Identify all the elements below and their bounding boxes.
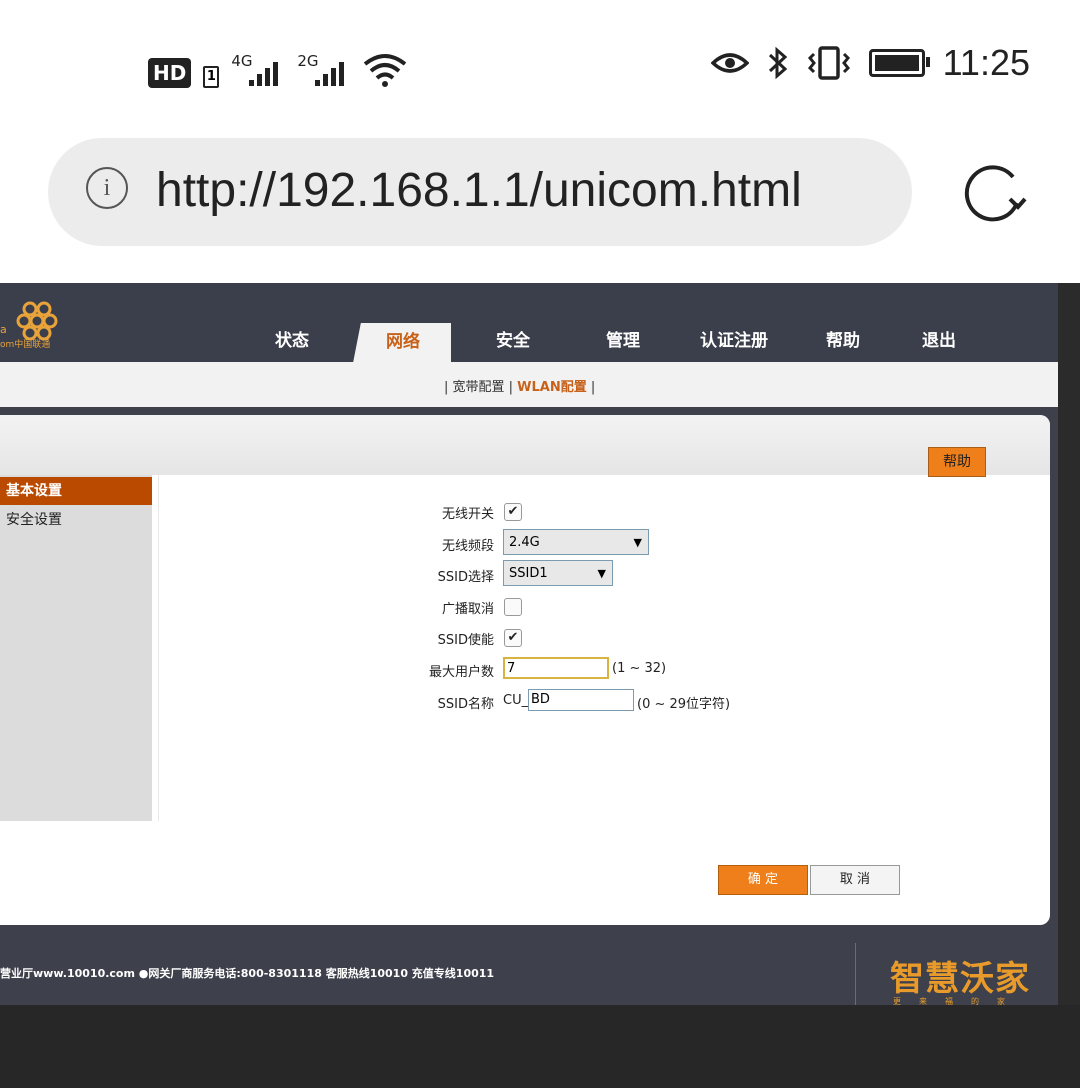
nav-logout[interactable]: 退出 [922,326,956,351]
sidebar-item-basic-settings[interactable]: 基本设置 [0,477,152,505]
broadcast-cancel-checkbox[interactable] [504,598,522,616]
footer-text: 营业厅www.10010.com ●网关厂商服务电话:800-8301118 客… [0,967,495,980]
nav-auth-register[interactable]: 认证注册 [700,326,768,351]
max-users-input[interactable]: 7 [503,657,609,679]
cancel-button[interactable]: 取 消 [810,865,900,895]
nav-security[interactable]: 安全 [496,326,530,351]
subnav-suffix: | [586,380,596,395]
help-button[interactable]: 帮助 [928,447,986,477]
dropdown-arrow-icon: ▼ [633,536,642,549]
broadcast-cancel-label: 广播取消 [441,602,494,617]
confirm-button[interactable]: 确 定 [718,865,808,895]
ssid-select-label: SSID选择 [437,570,494,585]
signal-4g-icon: 4G [231,52,285,88]
eye-icon [710,53,749,73]
band-label: 无线频段 [441,539,494,554]
ssid-name-label: SSID名称 [437,697,494,712]
sub-nav: | 宽带配置 | WLAN配置 | [0,362,1058,407]
status-bar-right: 11:25 [710,42,1030,84]
footer-divider [855,943,856,1005]
reload-icon[interactable] [963,163,1027,227]
signal-2g-icon: 2G [297,52,351,88]
sub-nav-text: | 宽带配置 | WLAN配置 | [444,376,595,395]
ssid-select-value: SSID1 [509,566,548,581]
sidebar-item-security-settings[interactable]: 安全设置 [6,509,62,529]
max-users-hint: (1 ~ 32) [612,661,667,676]
max-users-label: 最大用户数 [428,665,494,680]
sim-icon: 1 [203,66,220,88]
ssid-name-hint: (0 ~ 29位字符) [637,697,731,712]
dropdown-arrow-icon: ▼ [597,567,606,580]
router-page: a om中国联通 状态 网络 安全 管理 认证注册 帮助 退出 | 宽带配置 |… [0,283,1058,1006]
nav-status[interactable]: 状态 [275,326,309,351]
ssid-select[interactable]: SSID1 ▼ [503,560,613,586]
band-select[interactable]: 2.4G ▼ [503,529,649,555]
nav-management[interactable]: 管理 [606,326,640,351]
band-select-value: 2.4G [509,535,540,550]
ssid-name-input[interactable]: BD [528,689,634,711]
wireless-switch-checkbox[interactable]: ✔ [504,503,522,521]
subnav-broadband[interactable]: | 宽带配置 | [444,380,517,395]
battery-icon [868,49,930,77]
subnav-wlan[interactable]: WLAN配置 [517,380,587,395]
nav-help[interactable]: 帮助 [826,326,860,351]
footer: 营业厅www.10010.com ●网关厂商服务电话:800-8301118 客… [0,943,1058,1006]
bottom-area [0,1005,1080,1088]
ssid-name-prefix: CU_ [503,693,529,708]
unicom-logo: a om中国联通 [0,295,80,355]
sidebar: 基本设置 安全设置 [0,475,152,821]
top-nav: a om中国联通 状态 网络 安全 管理 认证注册 帮助 退出 [0,283,1058,363]
bluetooth-icon [768,46,787,80]
logo-text-1: a [0,323,7,336]
content-panel: 帮助 基本设置 安全设置 无线开关 ✔ 无线频段 2.4G ▼ SSID选择 S… [0,415,1050,925]
status-bar-left: HD 1 4G 2G [148,48,407,88]
sidebar-divider [158,475,159,821]
nav-network[interactable]: 网络 [386,327,420,352]
site-info-icon[interactable]: i [86,167,128,209]
wireless-switch-label: 无线开关 [441,507,494,522]
ssid-enable-checkbox[interactable]: ✔ [504,629,522,647]
hd-voice-icon: HD [148,58,192,88]
panel-header [0,415,1050,475]
status-bar: HD 1 4G 2G 11:25 [0,0,1080,135]
logo-text-2: om中国联通 [0,340,51,350]
url-text[interactable]: http://192.168.1.1/unicom.html [156,163,802,218]
clock: 11:25 [942,42,1030,83]
vibrate-icon [807,46,850,80]
ssid-enable-label: SSID使能 [437,633,494,648]
brand-logo: 智慧沃家 [890,959,1030,999]
wifi-icon [364,54,407,87]
